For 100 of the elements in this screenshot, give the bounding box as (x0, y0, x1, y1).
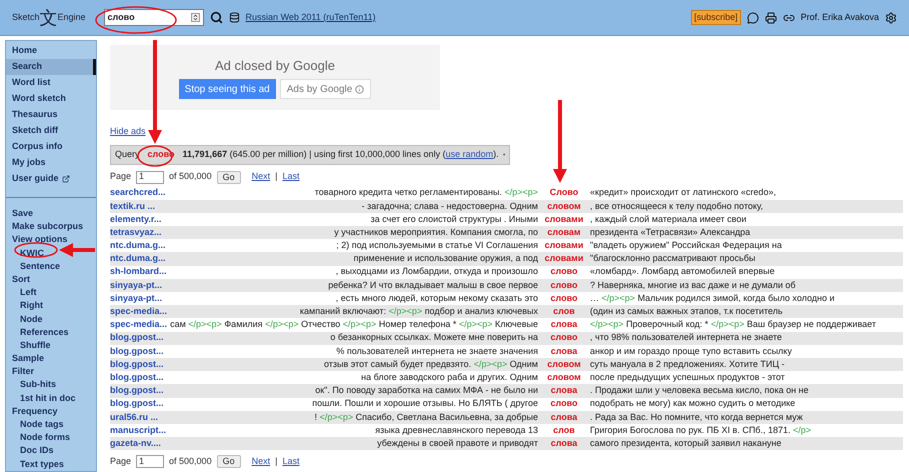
document-link[interactable]: elementy.r... (110, 212, 168, 226)
right-context: «кредит» происходит от латинского «credo», (589, 186, 776, 200)
last-link[interactable]: Last (282, 455, 300, 468)
right-context: "благосклонно рассматривают просьбы (589, 252, 756, 266)
next-link[interactable]: Next (252, 170, 270, 184)
document-link[interactable]: ntc.duma.g... (110, 252, 168, 266)
document-link[interactable]: sinyaya-pt... (110, 278, 168, 292)
keyword-link[interactable]: словами (542, 239, 586, 253)
keyword-link[interactable]: слово (542, 397, 586, 411)
sidebar-item[interactable]: Sketch diff (6, 123, 96, 139)
sidebar-subitem[interactable]: Node forms (6, 431, 96, 444)
chat-icon[interactable] (746, 12, 759, 24)
sidebar-subitem[interactable]: Node tags (6, 418, 96, 432)
keyword-link[interactable]: слова (542, 410, 586, 424)
search-field[interactable]: слово (104, 9, 204, 26)
document-link[interactable]: blog.gpost... (110, 358, 168, 372)
document-link[interactable]: ntc.duma.g... (110, 239, 168, 253)
ads-by-google-button[interactable]: Ads by Google (280, 79, 372, 100)
query-summary: 11,791,667 (645.00 per million) | using first 10,000,000 lines only (use random). (182, 148, 499, 161)
use-random-link[interactable]: use random (446, 148, 494, 159)
document-link[interactable]: spec-media... (110, 305, 168, 319)
keyword-link[interactable]: слова (542, 318, 586, 332)
page-field[interactable]: 1 (136, 170, 164, 184)
left-context: пошли. Пошли и хорошие отзывы. Но БЛЯТЬ ( другое (311, 397, 539, 410)
sidebar-item[interactable]: Filter (6, 365, 96, 378)
document-link[interactable]: tetrasvyaz... (110, 226, 168, 240)
sidebar-item[interactable]: Frequency (6, 404, 96, 418)
document-link[interactable]: manuscript... (110, 424, 168, 438)
document-link[interactable]: blog.gpost... (110, 384, 168, 398)
right-context: подобрать не могу) как можно судить о методике (589, 397, 796, 410)
sidebar-subitem[interactable]: Doc IDs (6, 444, 96, 458)
sidebar-subitem[interactable]: References (6, 326, 96, 339)
settings-icon[interactable] (885, 12, 897, 24)
sidebar-subitem[interactable]: Node (6, 312, 96, 326)
search-icon[interactable] (210, 11, 223, 24)
keyword-link[interactable]: словом (542, 358, 586, 372)
sidebar-subitem[interactable]: Left (6, 286, 96, 300)
sidebar-item[interactable]: Search (6, 59, 96, 75)
sidebar-item[interactable]: Home (6, 43, 96, 59)
right-context: , что 98% пользователей интернета не знаете (589, 331, 782, 344)
keyword-link[interactable]: словом (542, 370, 586, 384)
document-link[interactable]: blog.gpost... (110, 331, 168, 345)
hide-ads-link[interactable]: Hide ads (110, 125, 146, 138)
right-context: президента «Тетрасвязи» Александра (589, 226, 750, 239)
keyword-link[interactable]: Слово (542, 186, 586, 200)
spinner-icon[interactable] (190, 13, 200, 22)
print-icon[interactable] (764, 12, 777, 24)
sidebar-subitem[interactable]: KWIC (6, 246, 96, 260)
keyword-link[interactable]: словам (542, 226, 586, 240)
sidebar-item[interactable]: Make subcorpus (6, 220, 96, 234)
keyword-link[interactable]: словами (542, 252, 586, 266)
keyword-link[interactable]: словом (542, 200, 586, 214)
keyword-link[interactable]: слово (542, 292, 586, 306)
keyword-link[interactable]: слова (542, 436, 586, 450)
annotation-arrow (59, 243, 95, 257)
document-link[interactable]: blog.gpost... (110, 397, 168, 411)
document-link[interactable]: searchcred... (110, 186, 168, 200)
sidebar-subitem[interactable]: Shuffle (6, 338, 96, 352)
sidebar-subitem[interactable]: Right (6, 299, 96, 312)
go-button[interactable]: Go (216, 170, 241, 184)
sidebar-subitem[interactable]: Sub-hits (6, 378, 96, 392)
document-link[interactable]: sh-lombard... (110, 265, 168, 279)
document-link[interactable]: textik.ru ... (110, 200, 168, 214)
keyword-link[interactable]: слово (542, 278, 586, 292)
sidebar-item[interactable]: Save (6, 207, 96, 220)
keyword-link[interactable]: слов (542, 305, 586, 319)
sidebar-subitem[interactable]: 1st hit in doc (6, 392, 96, 405)
sidebar-item[interactable]: Word sketch (6, 91, 96, 107)
sidebar-subitem[interactable]: Sentence (6, 260, 96, 273)
sidebar-item[interactable]: Sort (6, 272, 96, 286)
left-context: - загадочна; слава - недостоверна. Одним (360, 200, 539, 213)
document-link[interactable]: sinyaya-pt... (110, 292, 168, 306)
keyword-link[interactable]: слово (542, 265, 586, 279)
document-link[interactable]: blog.gpost... (110, 344, 168, 358)
last-link[interactable]: Last (282, 170, 300, 184)
document-link[interactable]: spec-media... (110, 318, 168, 332)
sidebar-item[interactable]: Sample (6, 352, 96, 366)
subscribe-link[interactable]: [subscribe] (691, 10, 741, 26)
keyword-link[interactable]: слова (542, 384, 586, 398)
sidebar-item[interactable]: View options (6, 233, 96, 247)
document-link[interactable]: blog.gpost... (110, 370, 168, 384)
sidebar-subitem[interactable]: Text types (6, 458, 96, 471)
keyword-link[interactable]: слово (542, 331, 586, 345)
user-name[interactable]: Prof. Erika Avakova (800, 10, 879, 24)
left-context: , выходцами из Ломбардии, откуда и произошло (334, 265, 539, 278)
sidebar-item[interactable]: Thesaurus (6, 107, 96, 123)
keyword-link[interactable]: слов (542, 424, 586, 438)
next-link[interactable]: Next (252, 455, 270, 468)
stop-ad-button[interactable]: Stop seeing this ad (178, 79, 276, 100)
corpus-link[interactable]: Russian Web 2011 (ruTenTen11) (246, 10, 376, 24)
sidebar-item[interactable]: Word list (6, 75, 96, 91)
sidebar-item[interactable]: Corpus info (6, 139, 96, 155)
keyword-link[interactable]: слова (542, 344, 586, 358)
go-button[interactable]: Go (216, 455, 241, 468)
document-link[interactable]: ural56.ru ... (110, 410, 168, 424)
sidebar-item[interactable]: My jobs (6, 155, 96, 171)
sidebar-item[interactable]: User guide (6, 171, 96, 187)
document-link[interactable]: gazeta-nv.... (110, 436, 168, 450)
page-field[interactable]: 1 (136, 455, 164, 468)
keyword-link[interactable]: словами (542, 212, 586, 226)
